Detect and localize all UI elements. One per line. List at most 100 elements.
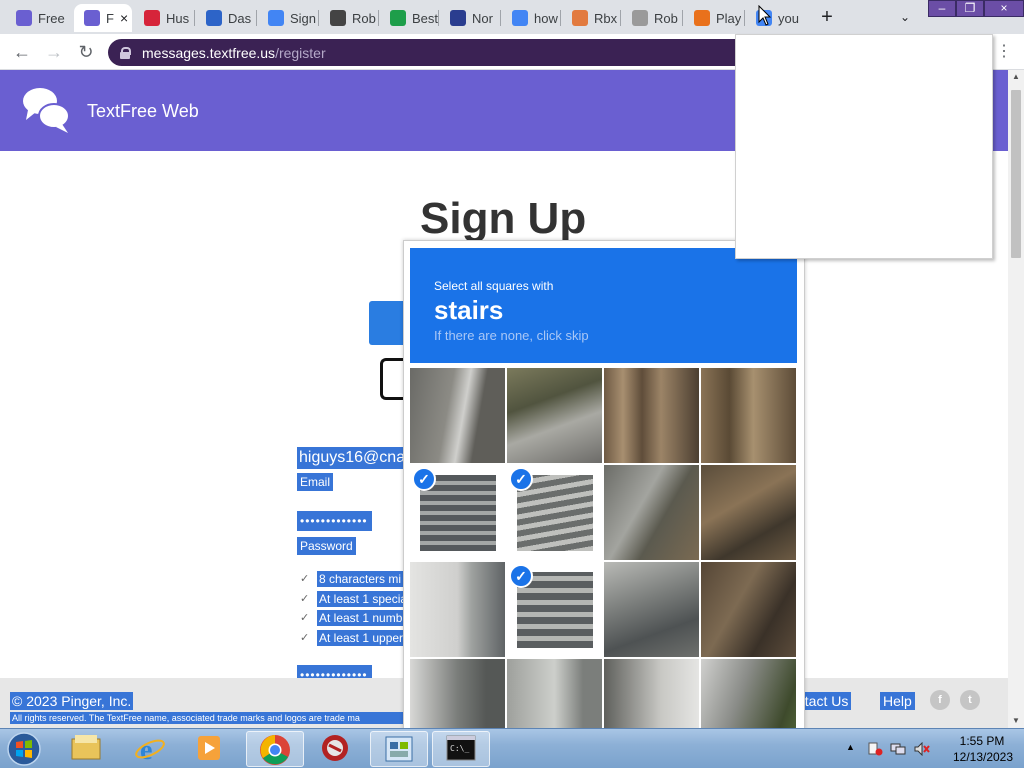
captcha-tile[interactable]: ✓ bbox=[507, 465, 602, 560]
captcha-tile[interactable] bbox=[604, 659, 699, 729]
tab-title: Free bbox=[38, 10, 65, 26]
captcha-tile[interactable] bbox=[410, 562, 505, 657]
captcha-grid: ✓ ✓ ✓ bbox=[410, 368, 798, 729]
twitter-icon[interactable]: t bbox=[960, 690, 980, 710]
internet-explorer-icon: e bbox=[134, 733, 168, 766]
taskbar-app[interactable]: C:\_ bbox=[432, 731, 490, 767]
green-circle-icon bbox=[390, 10, 406, 26]
taskbar-app[interactable] bbox=[308, 731, 366, 767]
captcha-tile-image bbox=[701, 465, 796, 560]
browser-tab[interactable]: Rob bbox=[622, 4, 680, 32]
windows-start-icon[interactable] bbox=[4, 731, 44, 767]
tab-title: Hus bbox=[166, 10, 190, 26]
browser-tab[interactable]: Sign bbox=[258, 4, 316, 32]
captcha-tile-image bbox=[701, 368, 796, 463]
forward-button[interactable]: → bbox=[42, 40, 66, 64]
game-icon bbox=[694, 10, 710, 26]
action-center-icon[interactable] bbox=[867, 742, 883, 756]
browser-tab[interactable]: Free bbox=[6, 4, 68, 32]
windows-taskbar: e C:\_ ▲ 1:55 PM 12/13/2023 bbox=[0, 728, 1024, 768]
scroll-down-arrow[interactable]: ▼ bbox=[1008, 714, 1024, 728]
page-scrollbar[interactable]: ▲ ▼ bbox=[1008, 70, 1024, 728]
captcha-hint: If there are none, click skip bbox=[434, 328, 589, 343]
browser-menu-button[interactable]: ⋮ bbox=[996, 40, 1012, 64]
tab-title: F bbox=[106, 10, 114, 26]
scroll-up-arrow[interactable]: ▲ bbox=[1008, 70, 1024, 84]
browser-tab[interactable]: Rbx bbox=[562, 4, 620, 32]
captcha-tile[interactable] bbox=[604, 368, 699, 463]
back-button[interactable]: ← bbox=[10, 40, 34, 64]
clock-time[interactable]: 1:55 PM bbox=[952, 734, 1012, 748]
minimize-button[interactable]: – bbox=[928, 0, 956, 17]
facebook-icon[interactable]: f bbox=[930, 690, 950, 710]
captcha-tile[interactable] bbox=[701, 562, 796, 657]
captcha-tile[interactable] bbox=[701, 659, 796, 729]
lock-icon bbox=[120, 46, 131, 59]
taskbar-app[interactable] bbox=[246, 731, 304, 767]
captcha-tile-image bbox=[410, 368, 505, 463]
browser-tab[interactable]: Best bbox=[380, 4, 438, 32]
browser-tab[interactable]: Hus bbox=[134, 4, 192, 32]
close-tab-icon[interactable]: × bbox=[120, 10, 128, 26]
tab-separator bbox=[438, 10, 439, 26]
restore-button[interactable]: ❐ bbox=[956, 0, 984, 17]
captcha-tile[interactable] bbox=[410, 368, 505, 463]
browser-tab[interactable]: F × bbox=[74, 4, 132, 32]
help-link[interactable]: Help bbox=[880, 692, 915, 710]
roblox-icon bbox=[330, 10, 346, 26]
clock-date[interactable]: 12/13/2023 bbox=[948, 750, 1018, 764]
captcha-tile[interactable]: ✓ bbox=[507, 562, 602, 657]
command-prompt-icon: C:\_ bbox=[445, 734, 479, 766]
captcha-tile-image bbox=[701, 659, 796, 729]
scroll-thumb[interactable] bbox=[1011, 90, 1021, 258]
browser-tab[interactable]: Nor bbox=[440, 4, 498, 32]
captcha-tile[interactable] bbox=[701, 368, 796, 463]
close-window-button[interactable]: × bbox=[984, 0, 1024, 17]
tab-separator bbox=[256, 10, 257, 26]
network-icon[interactable] bbox=[890, 742, 906, 756]
tab-title: Das bbox=[228, 10, 252, 26]
captcha-tile[interactable] bbox=[604, 465, 699, 560]
email-field[interactable]: higuys16@cna bbox=[297, 447, 407, 469]
taskbar-app[interactable] bbox=[370, 731, 428, 767]
tab-separator bbox=[500, 10, 501, 26]
tab-separator bbox=[318, 10, 319, 26]
captcha-tile-image bbox=[410, 659, 505, 729]
address-bar[interactable]: messages.textfree.us/register bbox=[108, 39, 808, 66]
browser-tab[interactable]: Das bbox=[196, 4, 254, 32]
volume-muted-icon[interactable] bbox=[914, 742, 930, 756]
taskbar-app[interactable] bbox=[58, 731, 116, 767]
tab-title: you bbox=[778, 10, 799, 26]
tab-separator bbox=[194, 10, 195, 26]
tab-separator bbox=[378, 10, 379, 26]
browser-tab[interactable]: you bbox=[746, 4, 804, 32]
browser-tab[interactable]: Rob bbox=[320, 4, 376, 32]
new-tab-button[interactable]: + bbox=[815, 6, 839, 28]
captcha-instruction: Select all squares with bbox=[434, 279, 554, 293]
chrome-icon bbox=[259, 734, 293, 766]
captcha-tile[interactable] bbox=[507, 368, 602, 463]
captcha-target: stairs bbox=[434, 295, 504, 325]
browser-tab[interactable]: Play bbox=[684, 4, 742, 32]
tab-title: Best bbox=[412, 10, 438, 26]
browser-tab[interactable]: how bbox=[502, 4, 558, 32]
rule-text: At least 1 specia bbox=[317, 590, 407, 607]
tab-hover-panel bbox=[735, 34, 993, 259]
control-panel-icon bbox=[383, 734, 417, 766]
taskbar-app[interactable] bbox=[182, 731, 240, 767]
url-path: /register bbox=[275, 44, 326, 61]
password-label: Password bbox=[297, 537, 356, 555]
taskbar-app[interactable]: e bbox=[122, 731, 180, 767]
captcha-tile[interactable] bbox=[507, 659, 602, 729]
captcha-tile[interactable] bbox=[701, 465, 796, 560]
reload-button[interactable]: ↻ bbox=[74, 40, 98, 64]
tab-search-button[interactable]: ⌄ bbox=[895, 6, 915, 28]
password-field[interactable]: ••••••••••••• bbox=[297, 511, 372, 531]
tab-title: Nor bbox=[472, 10, 493, 26]
captcha-tile[interactable] bbox=[604, 562, 699, 657]
game-icon bbox=[320, 733, 354, 765]
captcha-tile[interactable]: ✓ bbox=[410, 465, 505, 560]
chat-bubbles-icon bbox=[84, 10, 100, 26]
captcha-tile[interactable] bbox=[410, 659, 505, 729]
show-hidden-icons-icon[interactable]: ▲ bbox=[846, 742, 862, 756]
